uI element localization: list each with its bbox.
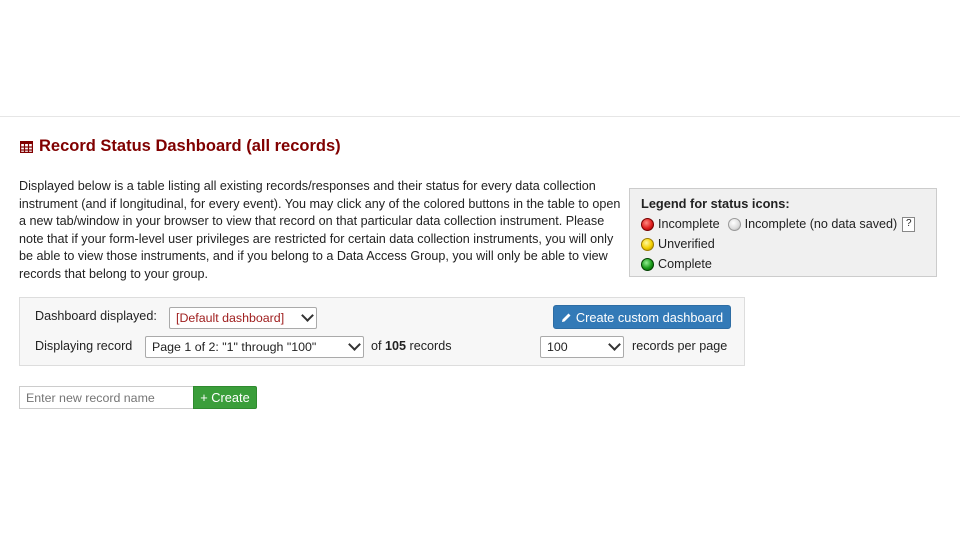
legend-incomplete-label: Incomplete [658,217,720,231]
create-record-button[interactable]: + Create [193,386,257,409]
intro-text: Displayed below is a table listing all e… [19,179,621,281]
legend-incomplete-no-data-label: Incomplete (no data saved) [744,217,898,231]
legend-row-complete: Complete [641,254,925,274]
incomplete-no-data-status-icon [727,217,741,231]
status-legend: Legend for status icons: Incomplete Inco… [629,188,937,277]
pencil-icon [561,313,571,322]
dashboard-displayed-label: Dashboard displayed: [35,309,157,323]
incomplete-status-icon [641,217,654,231]
displaying-record-label: Displaying record [35,339,133,353]
records-per-page-value: 100 [547,340,568,354]
legend-row-incomplete: Incomplete Incomplete (no data saved) ? [641,214,925,234]
record-count-text: of 105 records [371,339,452,353]
top-header-area [0,0,960,117]
page-title: Record Status Dashboard (all records) [20,137,341,156]
chevron-down-icon [608,338,621,351]
help-icon[interactable]: ? [902,216,916,232]
legend-title: Legend for status icons: [641,196,790,211]
legend-complete-label: Complete [658,257,712,271]
chevron-down-icon [301,309,314,322]
dashboard-select-value: [Default dashboard] [176,311,285,325]
records-per-page-select[interactable]: 100 [540,336,624,358]
create-custom-dashboard-button[interactable]: Create custom dashboard [553,305,731,329]
chevron-down-icon [348,338,361,351]
record-count: 105 [385,339,407,353]
records-per-page-label: records per page [632,339,728,353]
records-label: records [409,339,452,353]
legend-row-unverified: Unverified [641,234,925,254]
unverified-status-icon [641,237,654,251]
page-title-text: Record Status Dashboard (all records) [39,137,341,155]
page-select[interactable]: Page 1 of 2: "1" through "100" [145,336,364,358]
dashboard-controls-panel: Dashboard displayed: [Default dashboard]… [19,297,745,366]
create-custom-dashboard-label: Create custom dashboard [575,309,724,325]
of-label: of [371,339,382,353]
complete-status-icon [641,257,654,271]
new-record-name-input[interactable] [19,386,194,409]
legend-unverified-label: Unverified [658,237,715,251]
dashboard-select[interactable]: [Default dashboard] [169,307,317,329]
page-select-value: Page 1 of 2: "1" through "100" [152,340,317,354]
table-icon [20,140,33,153]
